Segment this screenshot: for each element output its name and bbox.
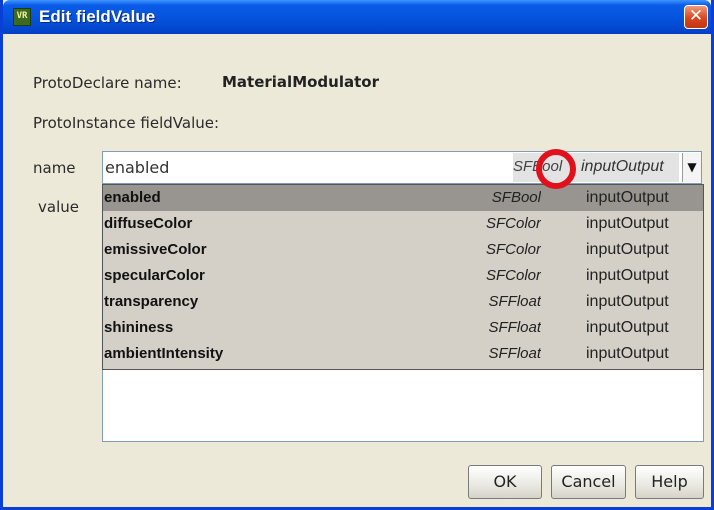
dialog-window: VR Edit fieldValue ✕ ProtoDeclare name: … bbox=[0, 0, 714, 510]
name-combobox[interactable]: enabled SFBool inputOutput ▼ bbox=[102, 151, 702, 184]
dropdown-option-shininess[interactable]: shininess SFFloat inputOutput bbox=[103, 315, 703, 341]
dropdown-option-ambientintensity[interactable]: ambientIntensity SFFloat inputOutput bbox=[103, 341, 703, 367]
name-combobox-value: enabled bbox=[105, 158, 170, 177]
option-access: inputOutput bbox=[586, 319, 669, 336]
option-name: ambientIntensity bbox=[104, 345, 224, 362]
x3d-app-icon: VR bbox=[13, 8, 31, 26]
proto-declare-label: ProtoDeclare name: bbox=[33, 74, 182, 92]
dropdown-option-specularcolor[interactable]: specularColor SFColor inputOutput bbox=[103, 263, 703, 289]
dropdown-option-enabled[interactable]: enabled SFBool inputOutput bbox=[103, 185, 703, 211]
dropdown-option-transparency[interactable]: transparency SFFloat inputOutput bbox=[103, 289, 703, 315]
proto-instance-label: ProtoInstance fieldValue: bbox=[33, 114, 220, 132]
dropdown-arrow-icon[interactable]: ▼ bbox=[682, 153, 701, 182]
option-access: inputOutput bbox=[586, 241, 669, 258]
option-access: inputOutput bbox=[586, 215, 669, 232]
name-combobox-access: inputOutput bbox=[581, 158, 664, 175]
title-bar[interactable]: VR Edit fieldValue ✕ bbox=[3, 0, 711, 34]
option-type: SFFloat bbox=[488, 319, 541, 336]
dropdown-option-emissivecolor[interactable]: emissiveColor SFColor inputOutput bbox=[103, 237, 703, 263]
option-access: inputOutput bbox=[586, 189, 669, 206]
field-dropdown-list: enabled SFBool inputOutput diffuseColor … bbox=[102, 184, 704, 370]
option-name: shininess bbox=[104, 319, 174, 336]
help-button[interactable]: Help bbox=[635, 465, 704, 499]
option-name: specularColor bbox=[104, 267, 205, 284]
name-label: name bbox=[33, 159, 76, 177]
option-type: SFBool bbox=[491, 189, 541, 206]
value-textarea[interactable] bbox=[102, 370, 704, 442]
option-type: SFColor bbox=[485, 241, 541, 258]
window-title: Edit fieldValue bbox=[39, 7, 156, 26]
option-name: emissiveColor bbox=[104, 241, 207, 258]
cancel-button[interactable]: Cancel bbox=[551, 465, 626, 499]
dropdown-option-diffusecolor[interactable]: diffuseColor SFColor inputOutput bbox=[103, 211, 703, 237]
option-type: SFFloat bbox=[488, 345, 541, 362]
option-access: inputOutput bbox=[586, 293, 669, 310]
option-access: inputOutput bbox=[586, 267, 669, 284]
option-type: SFFloat bbox=[488, 293, 541, 310]
value-label: value bbox=[38, 198, 79, 216]
red-circle-annotation bbox=[536, 149, 576, 189]
option-name: transparency bbox=[104, 293, 199, 310]
option-name: enabled bbox=[104, 189, 161, 206]
option-type: SFColor bbox=[485, 267, 541, 284]
proto-declare-value: MaterialModulator bbox=[222, 73, 379, 91]
ok-button[interactable]: OK bbox=[468, 465, 542, 499]
option-type: SFColor bbox=[485, 215, 541, 232]
option-access: inputOutput bbox=[586, 345, 669, 362]
close-button[interactable]: ✕ bbox=[684, 5, 708, 29]
option-name: diffuseColor bbox=[104, 215, 193, 232]
